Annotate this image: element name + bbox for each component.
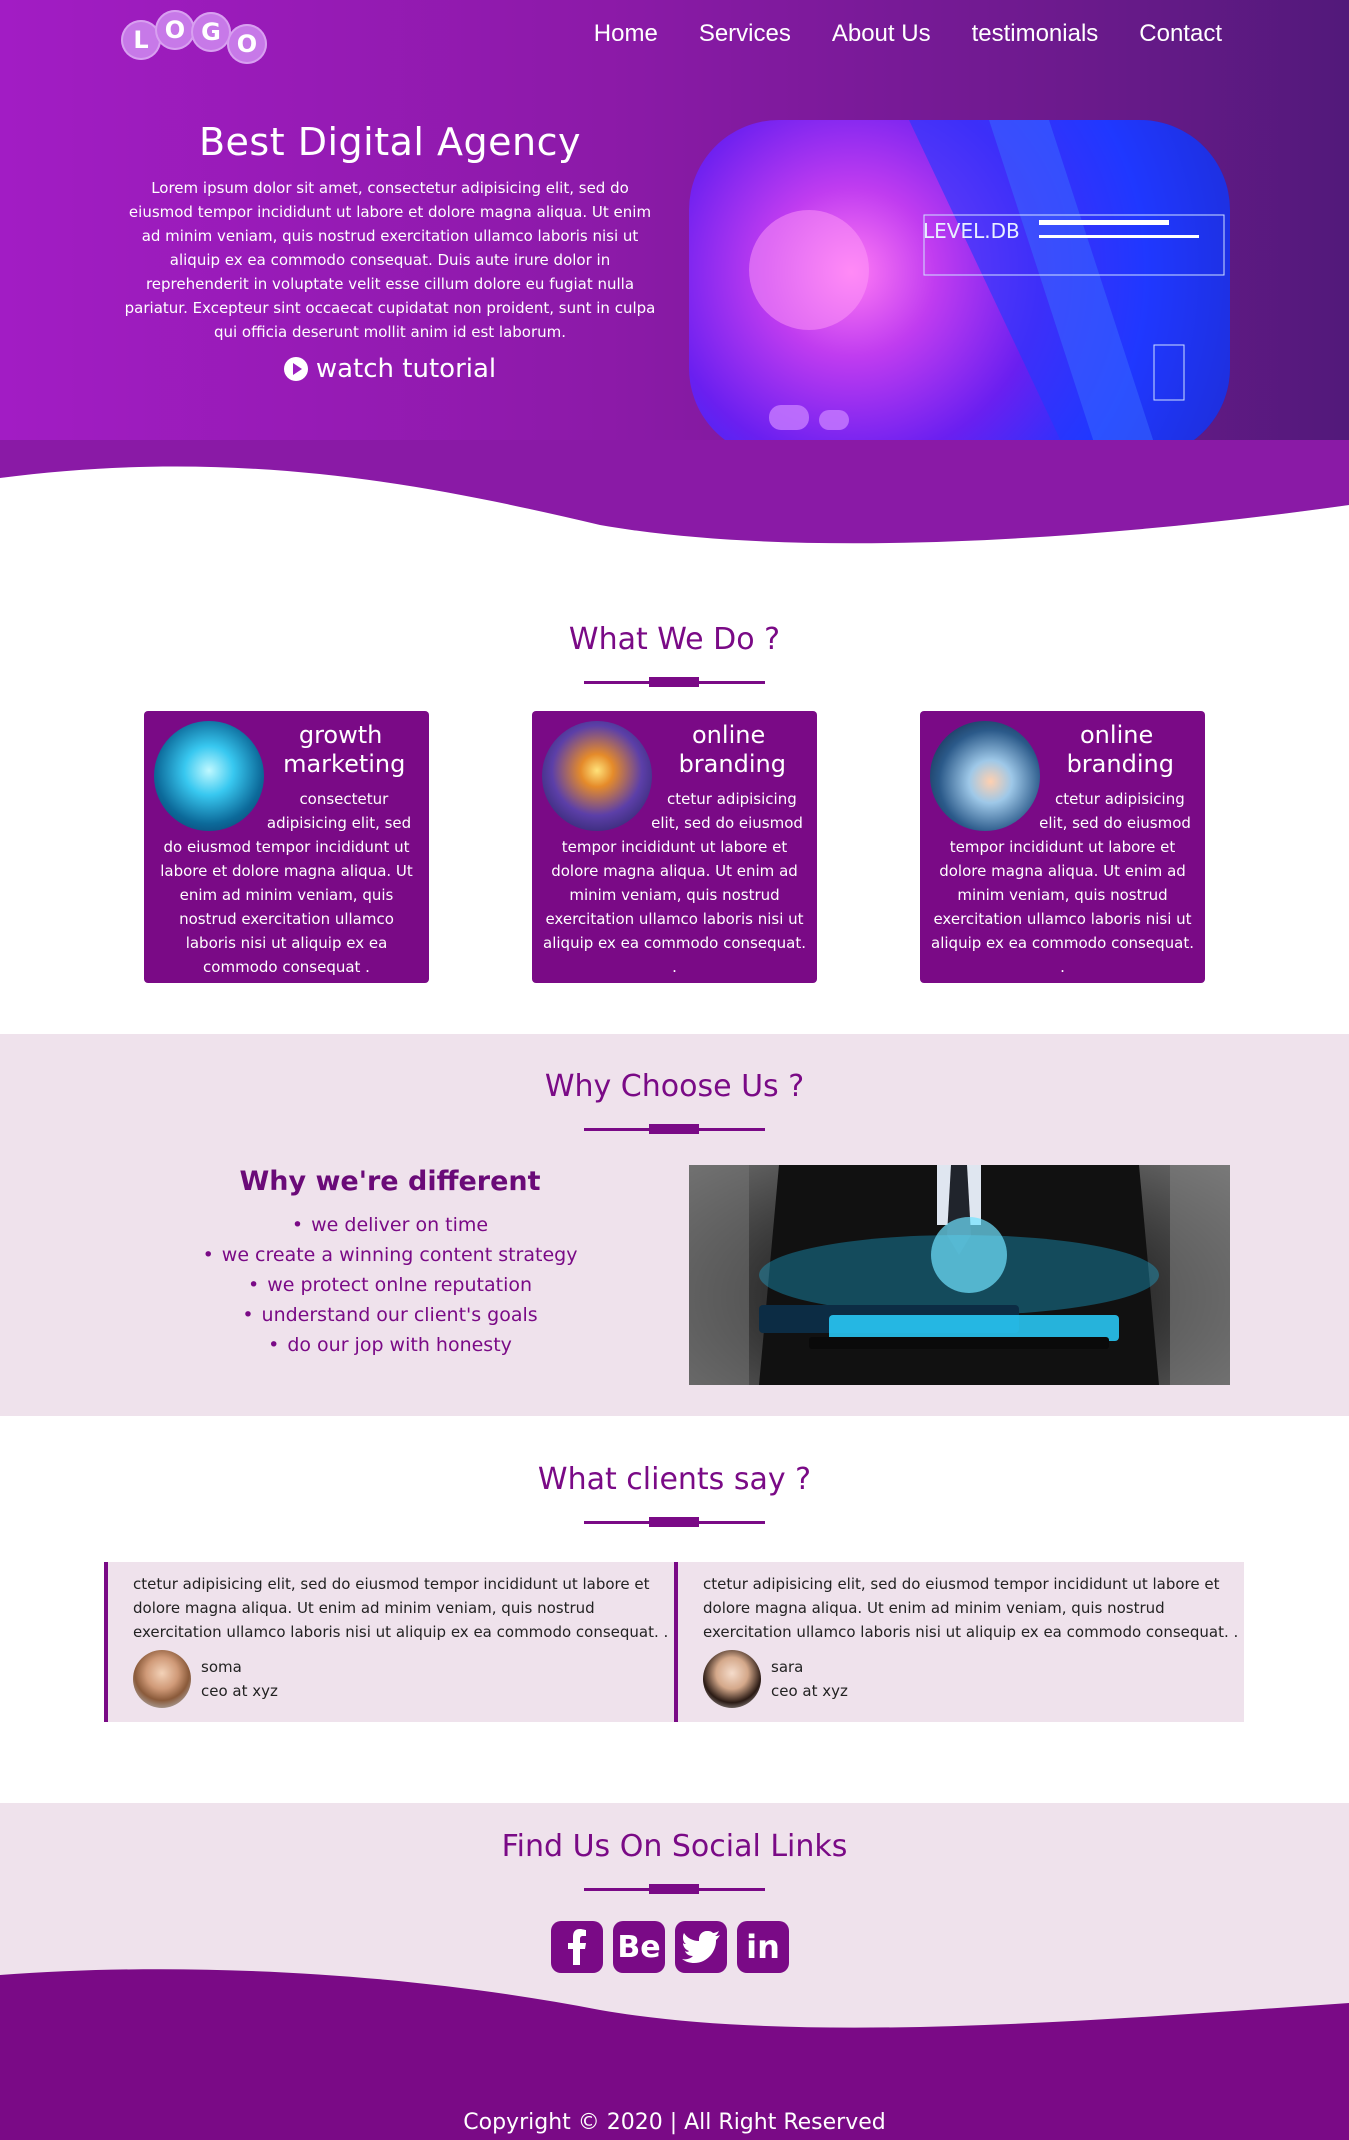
page: L O G O Home Services About Us testimoni… bbox=[0, 0, 1349, 2140]
social-title: Find Us On Social Links bbox=[501, 1829, 848, 1864]
service-card: online branding ctetur adipisicing elit,… bbox=[920, 711, 1205, 983]
why-subtitle: Why we're different bbox=[239, 1166, 541, 1197]
nav-about-us[interactable]: About Us bbox=[832, 20, 931, 48]
testimonial: ctetur adipisicing elit, sed do eiusmod … bbox=[104, 1562, 674, 1722]
service-card: online branding ctetur adipisicing elit,… bbox=[532, 711, 817, 983]
behance-icon[interactable]: Be bbox=[613, 1921, 665, 1973]
what-we-do-title: What We Do ? bbox=[568, 622, 781, 657]
title-underline bbox=[584, 1884, 765, 1894]
service-image bbox=[154, 721, 264, 831]
why-item: we deliver on time bbox=[190, 1210, 590, 1240]
watch-tutorial-label: watch tutorial bbox=[315, 354, 497, 384]
testimonial: ctetur adipisicing elit, sed do eiusmod … bbox=[674, 1562, 1244, 1722]
testimonial-author: sara ceo at xyz bbox=[703, 1650, 1244, 1708]
author-name: soma bbox=[201, 1658, 242, 1676]
hero-image: LEVEL.DB bbox=[689, 120, 1230, 458]
service-image bbox=[542, 721, 652, 831]
nav-contact[interactable]: Contact bbox=[1139, 20, 1222, 48]
why-image-art bbox=[689, 1165, 1230, 1385]
logo-letter: O bbox=[155, 10, 195, 50]
testimonials-container: ctetur adipisicing elit, sed do eiusmod … bbox=[104, 1562, 1244, 1722]
why-item: understand our client's goals bbox=[190, 1300, 590, 1330]
twitter-icon[interactable] bbox=[675, 1921, 727, 1973]
why-choose-title: Why Choose Us ? bbox=[544, 1069, 805, 1104]
title-underline bbox=[584, 1517, 765, 1527]
title-underline bbox=[584, 677, 765, 687]
hero-content: Best Digital Agency Lorem ipsum dolor si… bbox=[120, 120, 660, 385]
clients-title: What clients say ? bbox=[537, 1462, 812, 1497]
service-card: growth marketing consectetur adipisicing… bbox=[144, 711, 429, 983]
logo-letter: G bbox=[191, 12, 231, 52]
play-icon bbox=[283, 357, 308, 381]
testimonial-author: soma ceo at xyz bbox=[133, 1650, 674, 1708]
why-list: we deliver on time we create a winning c… bbox=[190, 1210, 590, 1360]
nav-services[interactable]: Services bbox=[699, 20, 791, 48]
hero-image-art: LEVEL.DB bbox=[749, 120, 1230, 458]
nav-home[interactable]: Home bbox=[594, 20, 658, 48]
hero-wave bbox=[0, 440, 1349, 570]
logo-letter: O bbox=[227, 24, 267, 64]
why-item: do our jop with honesty bbox=[190, 1330, 590, 1360]
copyright: Copyright © 2020 | All Right Reserved bbox=[463, 2110, 886, 2135]
why-image bbox=[689, 1165, 1230, 1385]
avatar bbox=[703, 1650, 761, 1708]
hero-title: Best Digital Agency bbox=[198, 120, 581, 164]
main-nav: Home Services About Us testimonials Cont… bbox=[594, 20, 1222, 48]
author-name: sara bbox=[771, 1658, 804, 1676]
nav-testimonials[interactable]: testimonials bbox=[972, 20, 1099, 48]
hero-paragraph: Lorem ipsum dolor sit amet, consectetur … bbox=[124, 179, 656, 341]
why-item: we create a winning content strategy bbox=[190, 1240, 590, 1270]
author-role: ceo at xyz bbox=[771, 1682, 848, 1700]
avatar bbox=[133, 1650, 191, 1708]
linkedin-icon[interactable]: in bbox=[737, 1921, 789, 1973]
service-image bbox=[930, 721, 1040, 831]
why-item: we protect onlne reputation bbox=[190, 1270, 590, 1300]
hero-image-caption: LEVEL.DB bbox=[923, 219, 1020, 243]
title-underline bbox=[584, 1124, 765, 1134]
logo[interactable]: L O G O bbox=[119, 6, 271, 66]
watch-tutorial-button[interactable]: watch tutorial bbox=[283, 354, 497, 384]
testimonial-text: ctetur adipisicing elit, sed do eiusmod … bbox=[703, 1575, 1239, 1641]
facebook-icon[interactable] bbox=[551, 1921, 603, 1973]
testimonial-text: ctetur adipisicing elit, sed do eiusmod … bbox=[133, 1575, 669, 1641]
author-role: ceo at xyz bbox=[201, 1682, 278, 1700]
social-icons: Be in bbox=[551, 1921, 789, 1973]
